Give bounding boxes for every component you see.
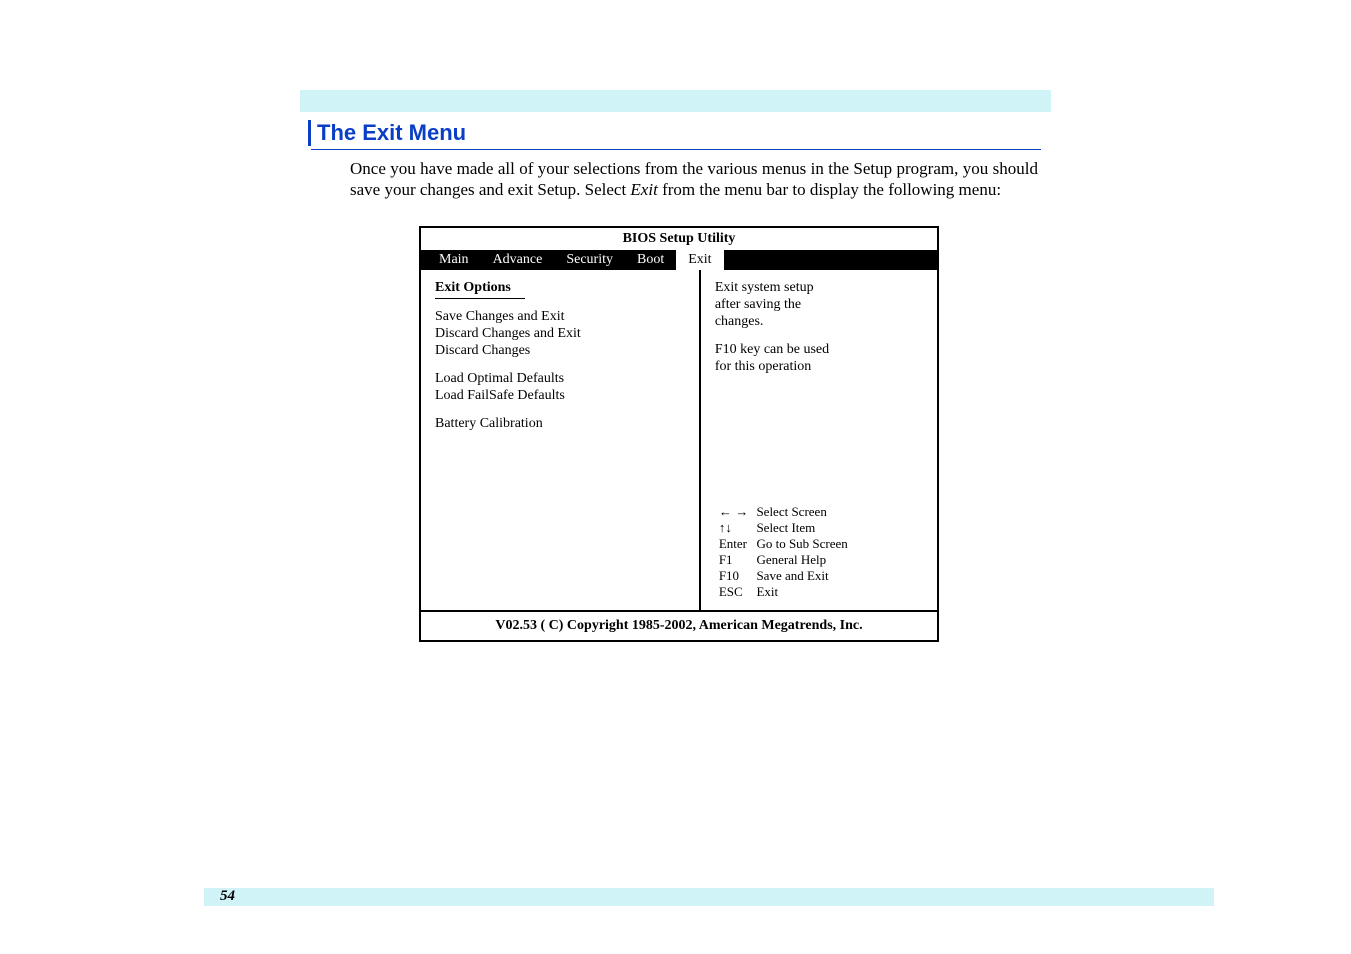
body-part2: from the menu bar to display the followi… bbox=[658, 180, 1001, 199]
gap bbox=[715, 331, 923, 341]
help-line: Exit system setup bbox=[715, 280, 923, 296]
opt-load-optimal-defaults: Load Optimal Defaults bbox=[435, 371, 685, 387]
nav-row: F1 General Help bbox=[715, 552, 852, 568]
nav-key: F1 bbox=[715, 552, 753, 568]
nav-row: ← → Select Screen bbox=[715, 504, 852, 520]
tab-boot: Boot bbox=[625, 250, 676, 270]
nav-key: ESC bbox=[715, 584, 753, 600]
nav-action: Exit bbox=[752, 584, 851, 600]
help-line: after saving the bbox=[715, 297, 923, 313]
nav-legend: ← → Select Screen ↑↓ Select Item Enter G… bbox=[715, 504, 923, 600]
bios-screenshot: BIOS Setup Utility Main Advance Security… bbox=[419, 226, 939, 642]
title-underline bbox=[435, 298, 525, 299]
body-paragraph: Once you have made all of your selection… bbox=[350, 158, 1038, 201]
gap bbox=[435, 405, 685, 415]
tab-security: Security bbox=[554, 250, 625, 270]
section-heading-wrap: The Exit Menu bbox=[308, 120, 466, 146]
nav-action: Go to Sub Screen bbox=[752, 536, 851, 552]
nav-row: F10 Save and Exit bbox=[715, 568, 852, 584]
help-line: for this operation bbox=[715, 359, 923, 375]
tab-exit: Exit bbox=[676, 250, 723, 270]
opt-load-failsafe-defaults: Load FailSafe Defaults bbox=[435, 388, 685, 404]
nav-row: ESC Exit bbox=[715, 584, 852, 600]
bios-body: Exit Options Save Changes and Exit Disca… bbox=[421, 270, 937, 610]
nav-row: Enter Go to Sub Screen bbox=[715, 536, 852, 552]
opt-discard-changes-exit: Discard Changes and Exit bbox=[435, 326, 685, 342]
page-number: 54 bbox=[220, 888, 235, 905]
bios-tabbar: Main Advance Security Boot Exit bbox=[421, 250, 937, 270]
bios-left-pane: Exit Options Save Changes and Exit Disca… bbox=[421, 270, 701, 610]
help-line: changes. bbox=[715, 314, 923, 330]
tab-advance: Advance bbox=[481, 250, 555, 270]
exit-options-list: Save Changes and Exit Discard Changes an… bbox=[435, 309, 685, 432]
nav-action: General Help bbox=[752, 552, 851, 568]
bios-title: BIOS Setup Utility bbox=[421, 228, 937, 250]
section-heading: The Exit Menu bbox=[308, 120, 466, 146]
tab-main: Main bbox=[427, 250, 481, 270]
gap bbox=[435, 360, 685, 370]
nav-key-leftright-icon: ← → bbox=[715, 504, 753, 520]
opt-discard-changes: Discard Changes bbox=[435, 343, 685, 359]
nav-key-updown-icon: ↑↓ bbox=[715, 520, 753, 536]
nav-row: ↑↓ Select Item bbox=[715, 520, 852, 536]
bios-help-text: Exit system setup after saving the chang… bbox=[715, 280, 923, 376]
nav-action: Select Screen bbox=[752, 504, 851, 520]
bios-footer: V02.53 ( C) Copyright 1985-2002, America… bbox=[421, 610, 937, 640]
footer-band bbox=[204, 888, 1214, 906]
help-line: F10 key can be used bbox=[715, 342, 923, 358]
opt-save-changes-exit: Save Changes and Exit bbox=[435, 309, 685, 325]
nav-action: Select Item bbox=[752, 520, 851, 536]
heading-underline bbox=[311, 149, 1041, 150]
nav-action: Save and Exit bbox=[752, 568, 851, 584]
nav-key: Enter bbox=[715, 536, 753, 552]
nav-key: F10 bbox=[715, 568, 753, 584]
opt-battery-calibration: Battery Calibration bbox=[435, 416, 685, 432]
body-italic: Exit bbox=[630, 180, 657, 199]
bios-right-pane: Exit system setup after saving the chang… bbox=[701, 270, 937, 610]
exit-options-title: Exit Options bbox=[435, 280, 685, 296]
header-band bbox=[300, 90, 1051, 112]
